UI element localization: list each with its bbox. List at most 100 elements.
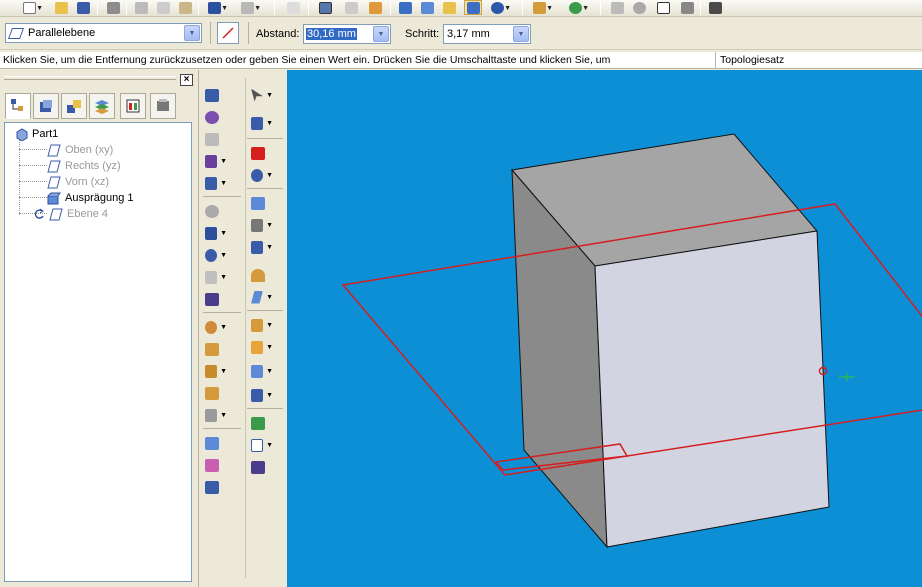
extend-icon[interactable]: ▼ bbox=[251, 386, 273, 404]
shaded-icon[interactable] bbox=[464, 0, 482, 15]
part-copy-icon[interactable] bbox=[205, 478, 227, 496]
sketch-icon[interactable]: ▼ bbox=[251, 114, 273, 132]
layers-icon bbox=[95, 100, 109, 114]
helix-icon[interactable]: ▼ bbox=[205, 318, 227, 336]
plane-tool-icon[interactable]: ▼ bbox=[251, 288, 273, 306]
layers-icon[interactable]: ▼ bbox=[530, 0, 553, 15]
part-icon bbox=[16, 127, 28, 141]
tab-assembly[interactable] bbox=[61, 93, 87, 119]
cut-icon[interactable] bbox=[132, 0, 150, 15]
tab-layers[interactable] bbox=[89, 93, 115, 119]
plane-select-value: Parallelebene bbox=[28, 27, 96, 39]
construction-icon[interactable]: ▼ bbox=[251, 316, 273, 334]
line-icon bbox=[222, 27, 234, 39]
tile-icon[interactable] bbox=[342, 0, 360, 15]
model-view[interactable] bbox=[287, 70, 922, 587]
distance-label: Abstand: bbox=[256, 28, 300, 40]
lip-icon[interactable] bbox=[205, 290, 227, 308]
features-icon bbox=[40, 100, 52, 112]
tree-item-part1[interactable]: Part1 bbox=[15, 127, 58, 141]
render-icon[interactable]: ▼ bbox=[488, 0, 511, 15]
window-icon[interactable] bbox=[316, 0, 334, 15]
protrusion-icon[interactable] bbox=[205, 86, 227, 104]
surface-icon[interactable] bbox=[251, 266, 273, 284]
chevron-down-icon[interactable]: ▼ bbox=[513, 26, 529, 42]
hole-icon[interactable]: ▼ bbox=[205, 152, 227, 170]
project-icon[interactable]: ▼ bbox=[251, 436, 273, 454]
mirror-icon[interactable] bbox=[205, 434, 227, 452]
library-icon bbox=[157, 99, 169, 111]
blend-icon[interactable] bbox=[205, 384, 227, 402]
view-top-icon[interactable] bbox=[418, 0, 436, 15]
close-icon[interactable]: × bbox=[180, 74, 193, 86]
tab-sensors[interactable] bbox=[120, 93, 146, 119]
view-front-icon[interactable] bbox=[440, 0, 458, 15]
round-icon[interactable] bbox=[205, 202, 227, 220]
main-toolbar: ▼ ▼ ▼ ▼ ▼ ▼ bbox=[0, 0, 922, 17]
box-icon[interactable] bbox=[251, 144, 273, 162]
topology-label: Topologiesatz bbox=[720, 54, 785, 66]
paste-icon[interactable] bbox=[176, 0, 194, 15]
command-ribbon: Parallelebene ▼ Abstand: 30,16 mm ▼ Schr… bbox=[0, 19, 922, 50]
settings-icon[interactable]: ▼ bbox=[566, 0, 589, 15]
pan-icon[interactable] bbox=[678, 0, 696, 15]
sensor-icon bbox=[126, 99, 140, 113]
coordinate-system-icon[interactable] bbox=[251, 194, 273, 212]
plane-icon bbox=[7, 27, 25, 39]
chevron-down-icon[interactable]: ▼ bbox=[373, 26, 389, 42]
step-field[interactable]: 3,17 mm ▼ bbox=[443, 24, 531, 44]
tree-item-right-plane[interactable]: Rechts (yz) bbox=[47, 159, 121, 173]
help-icon[interactable] bbox=[706, 0, 724, 15]
pattern-icon[interactable] bbox=[205, 456, 227, 474]
offset-plane-icon[interactable]: ▼ bbox=[251, 238, 273, 256]
loft-icon[interactable]: ▼ bbox=[205, 362, 227, 380]
save-icon[interactable] bbox=[74, 0, 92, 15]
draft-icon[interactable]: ▼ bbox=[205, 246, 227, 264]
distance-field[interactable]: 30,16 mm ▼ bbox=[303, 24, 391, 44]
tab-pathfinder[interactable] bbox=[5, 93, 31, 119]
tree-item-plane4[interactable]: Ebene 4 bbox=[33, 207, 108, 221]
plane-select[interactable]: Parallelebene ▼ bbox=[5, 23, 202, 43]
copy-icon[interactable] bbox=[154, 0, 172, 15]
assembly-icon bbox=[67, 100, 81, 113]
new-icon[interactable]: ▼ bbox=[20, 0, 43, 15]
tree-item-top-plane[interactable]: Oben (xy) bbox=[47, 143, 113, 157]
step-value: 3,17 mm bbox=[447, 28, 490, 40]
rib-icon[interactable]: ▼ bbox=[205, 268, 227, 286]
intersect-icon[interactable]: ▼ bbox=[205, 406, 227, 424]
tree-item-front-plane[interactable]: Vorn (xz) bbox=[47, 175, 109, 189]
cylinder-icon[interactable]: ▼ bbox=[251, 166, 273, 184]
chevron-down-icon[interactable]: ▼ bbox=[184, 25, 200, 41]
undo-icon[interactable]: ▼ bbox=[205, 0, 228, 15]
redo-icon[interactable]: ▼ bbox=[238, 0, 261, 15]
line-tool-button[interactable] bbox=[217, 22, 239, 44]
tab-features[interactable] bbox=[33, 93, 59, 119]
tab-library[interactable] bbox=[150, 93, 176, 119]
revolve-icon[interactable] bbox=[205, 108, 227, 126]
select-icon[interactable]: ▼ bbox=[251, 86, 273, 104]
zoom-icon[interactable] bbox=[630, 0, 648, 15]
pane-grip[interactable] bbox=[4, 76, 176, 80]
fit-icon[interactable] bbox=[654, 0, 672, 15]
open-icon[interactable] bbox=[52, 0, 70, 15]
palette-icon[interactable] bbox=[366, 0, 384, 15]
sweep-icon[interactable] bbox=[205, 340, 227, 358]
view-iso-icon[interactable] bbox=[396, 0, 414, 15]
shell-icon[interactable]: ▼ bbox=[251, 216, 273, 234]
prompt-bar: Klicken Sie, um die Entfernung zurückzus… bbox=[0, 52, 922, 69]
divide-icon[interactable] bbox=[251, 458, 273, 476]
plane-icon bbox=[47, 176, 61, 188]
zoom-area-icon[interactable] bbox=[608, 0, 626, 15]
close-window-icon[interactable] bbox=[284, 0, 302, 15]
tree-item-extrusion[interactable]: Ausprägung 1 bbox=[47, 191, 134, 205]
print-icon[interactable] bbox=[104, 0, 122, 15]
prompt-message: Klicken Sie, um die Entfernung zurückzus… bbox=[3, 54, 611, 66]
trim-icon[interactable]: ▼ bbox=[251, 362, 273, 380]
cutout-icon[interactable] bbox=[205, 130, 227, 148]
chamfer-icon[interactable]: ▼ bbox=[205, 224, 227, 242]
split-icon[interactable]: ▼ bbox=[251, 338, 273, 356]
curve-icon[interactable] bbox=[251, 414, 273, 432]
graphics-viewport[interactable] bbox=[287, 70, 922, 587]
box-front-face[interactable] bbox=[594, 230, 830, 548]
thin-wall-icon[interactable]: ▼ bbox=[205, 174, 227, 192]
